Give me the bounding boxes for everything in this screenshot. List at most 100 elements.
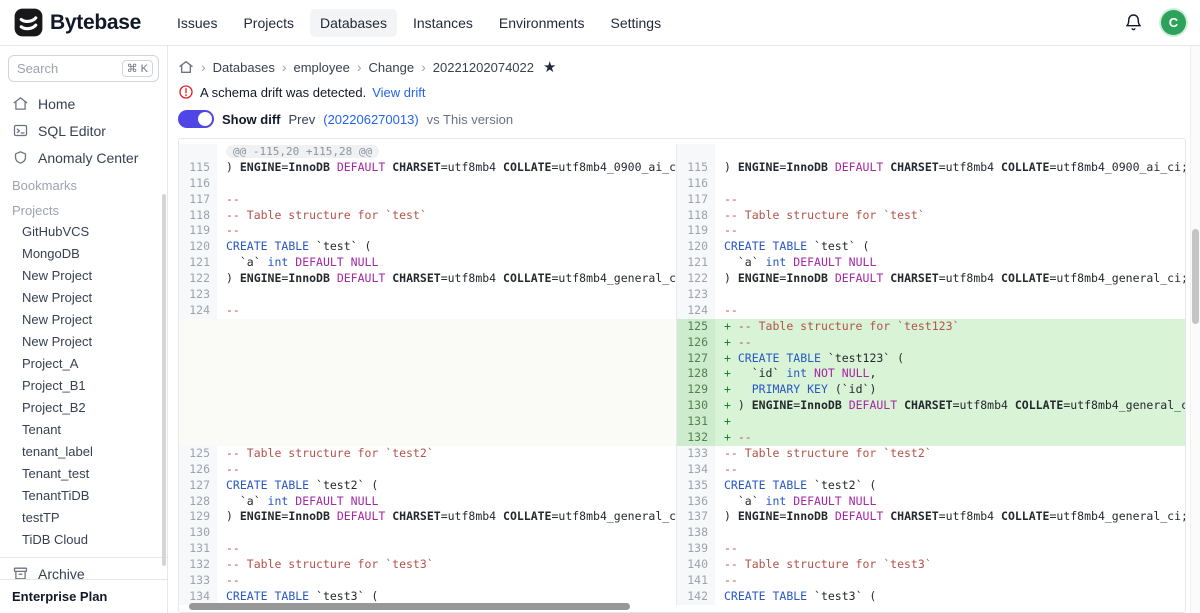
topbar-right: C	[1124, 10, 1186, 35]
schema-diff-panel: @@ -115,20 +115,28 @@115) ENGINE=InnoDB …	[178, 138, 1186, 613]
diff-line-right: + --	[715, 335, 1185, 351]
breadcrumb-item-version[interactable]: 20221202074022	[433, 60, 534, 75]
sidebar: Search ⌘ K Home SQL Editor Anomaly Cen	[0, 46, 168, 613]
diff-row: 117--117--	[179, 192, 1185, 208]
sidebar-project-item[interactable]: TiDB Cloud	[0, 529, 167, 551]
sidebar-scrollbar[interactable]	[162, 194, 166, 566]
diff-line-right: + `id` int NOT NULL,	[715, 366, 1185, 382]
diff-gutter-right: 123	[677, 287, 715, 303]
diff-line-right	[715, 176, 1185, 192]
sidebar-project-item[interactable]: GitHubVCS	[0, 221, 167, 243]
view-drift-link[interactable]: View drift	[372, 85, 425, 100]
diff-gutter-right: 125	[677, 319, 715, 335]
diff-row: @@ -115,20 +115,28 @@	[179, 144, 1185, 160]
diff-line-right: `a` int DEFAULT NULL	[715, 494, 1185, 510]
topbar: Bytebase IssuesProjectsDatabasesInstance…	[0, 0, 1200, 46]
diff-row: 132+ --	[179, 430, 1185, 446]
diff-gutter-right: 116	[677, 176, 715, 192]
diff-gutter-right: 120	[677, 239, 715, 255]
diff-gutter-right	[677, 144, 715, 160]
diff-line-left: CREATE TABLE `test2` (	[217, 478, 677, 494]
diff-row: 122) ENGINE=InnoDB DEFAULT CHARSET=utf8m…	[179, 271, 1185, 287]
diff-row: 132-- Table structure for `test3`140-- T…	[179, 557, 1185, 573]
diff-row: 128+ `id` int NOT NULL,	[179, 366, 1185, 382]
user-avatar[interactable]: C	[1161, 10, 1186, 35]
sidebar-section-bookmarks: Bookmarks	[0, 171, 167, 196]
diff-gutter-right: 131	[677, 414, 715, 430]
diff-line-left: CREATE TABLE `test` (	[217, 239, 677, 255]
sidebar-project-item[interactable]: tenant_label	[0, 441, 167, 463]
notification-bell-icon[interactable]	[1124, 13, 1143, 32]
diff-gutter-right: 119	[677, 223, 715, 239]
sidebar-project-item[interactable]: Project_A	[0, 353, 167, 375]
diff-line-left	[217, 430, 677, 446]
diff-gutter-right: 133	[677, 446, 715, 462]
diff-gutter-right: 139	[677, 541, 715, 557]
sidebar-project-item[interactable]: testTP	[0, 507, 167, 529]
breadcrumb-item-employee[interactable]: employee	[294, 60, 350, 75]
diff-horizontal-scrollbar-thumb[interactable]	[189, 603, 630, 610]
sidebar-project-item[interactable]: New Project	[0, 287, 167, 309]
diff-row: 130+ ) ENGINE=InnoDB DEFAULT CHARSET=utf…	[179, 398, 1185, 414]
breadcrumb: › Databases › employee › Change › 202212…	[178, 59, 1186, 75]
star-icon[interactable]: ★	[543, 60, 556, 75]
diff-row: 130138	[179, 525, 1185, 541]
breadcrumb-item-change[interactable]: Change	[369, 60, 415, 75]
sidebar-item-archive[interactable]: Archive	[0, 560, 167, 579]
diff-line-right: -- Table structure for `test3`	[715, 557, 1185, 573]
sidebar-project-item[interactable]: Tenant_test	[0, 463, 167, 485]
diff-row: 127CREATE TABLE `test2` (135CREATE TABLE…	[179, 478, 1185, 494]
sidebar-item-home[interactable]: Home	[0, 90, 167, 117]
home-icon	[12, 95, 29, 112]
breadcrumb-item-databases[interactable]: Databases	[213, 60, 275, 75]
page-scrollbar-thumb[interactable]	[1192, 229, 1199, 324]
sidebar-project-item[interactable]: MongoDB	[0, 243, 167, 265]
sidebar-project-item[interactable]: Tenant	[0, 419, 167, 441]
topnav-item-environments[interactable]: Environments	[489, 9, 595, 37]
diff-gutter-left: 119	[179, 223, 217, 239]
diff-horizontal-scrollbar[interactable]	[181, 602, 1183, 611]
topnav-item-settings[interactable]: Settings	[601, 9, 672, 37]
show-diff-toggle[interactable]	[178, 110, 214, 128]
diff-line-left: -- Table structure for `test2`	[217, 446, 677, 462]
topnav-item-issues[interactable]: Issues	[167, 9, 227, 37]
sidebar-item-anomaly-center[interactable]: Anomaly Center	[0, 144, 167, 171]
topnav-item-projects[interactable]: Projects	[233, 9, 304, 37]
topnav-item-databases[interactable]: Databases	[310, 9, 397, 37]
search-input[interactable]: Search ⌘ K	[8, 55, 159, 82]
breadcrumb-separator: ›	[282, 59, 287, 75]
topnav-item-instances[interactable]: Instances	[403, 9, 483, 37]
diff-line-left: --	[217, 462, 677, 478]
bytebase-logo[interactable]: Bytebase	[14, 8, 141, 37]
sidebar-project-item[interactable]: Project_B2	[0, 397, 167, 419]
sidebar-item-label: Anomaly Center	[38, 150, 138, 166]
anomaly-center-icon	[12, 149, 29, 166]
diff-row: 124--124--	[179, 303, 1185, 319]
sidebar-project-item[interactable]: Project_B1	[0, 375, 167, 397]
diff-row: 128 `a` int DEFAULT NULL136 `a` int DEFA…	[179, 494, 1185, 510]
breadcrumb-separator: ›	[421, 59, 426, 75]
diff-line-left: ) ENGINE=InnoDB DEFAULT CHARSET=utf8mb4 …	[217, 160, 677, 176]
diff-row: 123123	[179, 287, 1185, 303]
diff-gutter-right: 136	[677, 494, 715, 510]
diff-line-left: -- Table structure for `test3`	[217, 557, 677, 573]
diff-gutter-left	[179, 335, 217, 351]
diff-line-left	[217, 414, 677, 430]
sidebar-project-item[interactable]: TenantTiDB	[0, 485, 167, 507]
diff-line-left: `a` int DEFAULT NULL	[217, 255, 677, 271]
page-scrollbar[interactable]	[1190, 46, 1200, 613]
prev-version-link[interactable]: (202206270013)	[323, 112, 418, 127]
drift-alert-text: A schema drift was detected.	[200, 85, 366, 100]
diff-line-left	[217, 382, 677, 398]
diff-rows: @@ -115,20 +115,28 @@115) ENGINE=InnoDB …	[179, 144, 1185, 605]
sidebar-project-item[interactable]: New Project	[0, 309, 167, 331]
sidebar-project-item[interactable]: New Project	[0, 265, 167, 287]
diff-row: 126+ --	[179, 335, 1185, 351]
diff-line-right: + --	[715, 430, 1185, 446]
breadcrumb-home-icon[interactable]	[178, 59, 194, 75]
sidebar-project-item[interactable]: New Project	[0, 331, 167, 353]
alert-icon	[178, 84, 194, 100]
diff-gutter-left: 132	[179, 557, 217, 573]
sidebar-item-sql-editor[interactable]: SQL Editor	[0, 117, 167, 144]
diff-row: 129) ENGINE=InnoDB DEFAULT CHARSET=utf8m…	[179, 509, 1185, 525]
